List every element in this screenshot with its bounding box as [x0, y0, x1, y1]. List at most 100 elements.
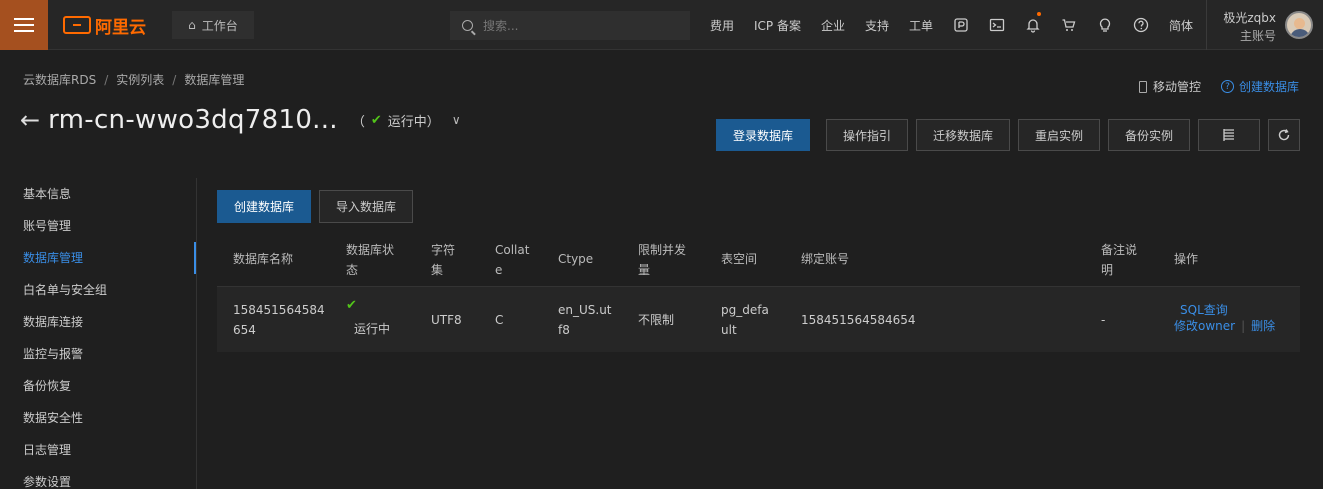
create-db-help-link[interactable]: ? 创建数据库 — [1221, 78, 1299, 95]
backup-instance-button[interactable]: 备份实例 — [1108, 119, 1190, 151]
cell-ops: SQL查询 修改owner | 删除 — [1174, 302, 1275, 334]
cell-tablespace-l1: pg_defa — [721, 303, 769, 317]
col-status: 数据库状态 — [346, 240, 394, 280]
sidebar-item-whitelist[interactable]: 白名单与安全组 — [0, 274, 196, 306]
col-charset: 字符集 — [431, 240, 455, 280]
aliyun-logo[interactable]: 阿里云 — [63, 14, 146, 38]
list-icon — [1223, 129, 1234, 141]
col-name: 数据库名称 — [233, 252, 294, 266]
nav-icp[interactable]: ICP 备案 — [744, 17, 811, 34]
avatar[interactable] — [1285, 11, 1313, 39]
workbench-label: 工作台 — [201, 18, 238, 33]
import-db-button[interactable]: 导入数据库 — [319, 190, 413, 223]
col-charset-l2: 集 — [431, 263, 444, 277]
code-icon[interactable] — [943, 0, 979, 50]
nav-support[interactable]: 支持 — [855, 17, 899, 34]
sidebar-item-databases[interactable]: 数据库管理 — [0, 242, 196, 274]
login-db-button[interactable]: 登录数据库 — [716, 119, 810, 151]
bell-icon[interactable] — [1015, 0, 1051, 50]
user-menu[interactable]: 极光zqbx 主账号 — [1206, 0, 1323, 50]
status-paren-open: （ — [351, 114, 365, 130]
col-collate: Collat e — [495, 240, 529, 280]
lang-switch[interactable]: 简体 — [1159, 17, 1203, 34]
breadcrumb-instances[interactable]: 实例列表 — [116, 73, 164, 87]
refresh-button[interactable] — [1268, 119, 1300, 151]
notification-dot — [1037, 12, 1042, 16]
user-name: 极光zqbx — [1223, 11, 1276, 25]
help-circle-icon: ? — [1221, 80, 1234, 93]
modify-owner-link[interactable]: 修改owner — [1174, 319, 1235, 333]
sidebar: 基本信息 账号管理 数据库管理 白名单与安全组 数据库连接 监控与报警 备份恢复… — [0, 178, 197, 489]
restart-instance-button[interactable]: 重启实例 — [1018, 119, 1100, 151]
lightbulb-icon[interactable] — [1087, 0, 1123, 50]
aliyun-logo-icon — [63, 16, 91, 34]
chevron-down-icon[interactable]: ∨ — [452, 113, 461, 127]
col-charset-l1: 字符 — [431, 243, 456, 257]
sql-query-link[interactable]: SQL查询 — [1180, 303, 1228, 317]
list-icon-button[interactable] — [1198, 119, 1260, 151]
nav-enterprise[interactable]: 企业 — [811, 17, 855, 34]
back-arrow-icon[interactable]: ← — [20, 106, 40, 134]
mobile-control-link[interactable]: 移动管控 — [1139, 78, 1201, 95]
sidebar-item-accounts[interactable]: 账号管理 — [0, 210, 196, 242]
phone-icon — [1139, 80, 1147, 93]
col-tablespace: 表空间 — [721, 252, 758, 266]
table-header: 数据库名称 数据库状态 字符集 Collat e Ctype 限制并发量 表空间 … — [217, 232, 1300, 287]
breadcrumb-sep: / — [104, 73, 109, 87]
cell-name: 158451564584 654 — [233, 300, 325, 340]
search-box[interactable]: 搜索... — [450, 11, 690, 40]
status-paren-close: ） — [426, 114, 440, 130]
cell-account: 158451564584654 — [801, 313, 916, 327]
instance-name: rm-cn-wwo3dq7810... — [48, 105, 338, 135]
sidebar-item-security[interactable]: 数据安全性 — [0, 402, 196, 434]
top-nav: 费用 ICP 备案 企业 支持 工单 简体 — [700, 0, 1203, 50]
menu-button[interactable] — [0, 0, 48, 50]
create-db-button[interactable]: 创建数据库 — [217, 190, 311, 223]
instance-header: ← rm-cn-wwo3dq7810... （ ✔ 运行中 ） ∨ — [20, 100, 461, 140]
migrate-db-button[interactable]: 迁移数据库 — [916, 119, 1010, 151]
help-icon[interactable] — [1123, 0, 1159, 50]
cell-ctype-l2: f8 — [558, 323, 570, 337]
sidebar-item-logs[interactable]: 日志管理 — [0, 434, 196, 466]
sidebar-item-basic-info[interactable]: 基本信息 — [0, 178, 196, 210]
sidebar-item-monitoring[interactable]: 监控与报警 — [0, 338, 196, 370]
home-icon: ⌂ — [188, 18, 196, 32]
col-limit-l2: 量 — [638, 263, 651, 277]
breadcrumb-sep: / — [172, 73, 177, 87]
guide-button[interactable]: 操作指引 — [826, 119, 908, 151]
search-icon — [462, 20, 473, 31]
cell-ctype-l1: en_US.ut — [558, 303, 612, 317]
database-table: 数据库名称 数据库状态 字符集 Collat e Ctype 限制并发量 表空间 … — [217, 232, 1300, 352]
sidebar-item-params[interactable]: 参数设置 — [0, 466, 196, 489]
cell-name-l2: 654 — [233, 323, 256, 337]
cell-charset: UTF8 — [431, 313, 462, 327]
col-limit-l1: 限制并发 — [638, 243, 687, 257]
delete-link[interactable]: 删除 — [1251, 319, 1275, 333]
cell-status-text: 运行中 — [354, 322, 391, 336]
top-navbar: 阿里云 ⌂ 工作台 搜索... 费用 ICP 备案 企业 支持 工单 简体 极光… — [0, 0, 1323, 50]
cell-remark: - — [1101, 313, 1106, 327]
col-ops: 操作 — [1174, 252, 1199, 266]
col-remark-l1: 备注说 — [1101, 243, 1138, 257]
mobile-control-label: 移动管控 — [1153, 80, 1202, 94]
nav-ticket[interactable]: 工单 — [899, 17, 943, 34]
cell-name-l1: 158451564584 — [233, 303, 325, 317]
sidebar-item-backup[interactable]: 备份恢复 — [0, 370, 196, 402]
cell-collate: C — [495, 313, 504, 327]
check-icon: ✔ — [370, 112, 382, 128]
user-type: 主账号 — [1239, 29, 1276, 43]
op-separator: | — [1241, 319, 1246, 333]
col-remark: 备注说明 — [1101, 240, 1137, 280]
col-collate-l1: Collat — [495, 243, 530, 257]
terminal-icon[interactable] — [979, 0, 1015, 50]
nav-billing[interactable]: 费用 — [700, 17, 744, 34]
breadcrumb-rds[interactable]: 云数据库RDS — [23, 73, 96, 87]
cart-icon[interactable] — [1051, 0, 1087, 50]
col-ctype: Ctype — [558, 252, 594, 266]
status-text: 运行中 — [387, 114, 427, 130]
sidebar-item-connection[interactable]: 数据库连接 — [0, 306, 196, 338]
breadcrumb: 云数据库RDS / 实例列表 / 数据库管理 — [23, 71, 244, 88]
refresh-icon — [1278, 129, 1290, 141]
instance-status[interactable]: （ ✔ 运行中 ） ∨ — [352, 111, 461, 130]
workbench-button[interactable]: ⌂ 工作台 — [172, 11, 254, 39]
